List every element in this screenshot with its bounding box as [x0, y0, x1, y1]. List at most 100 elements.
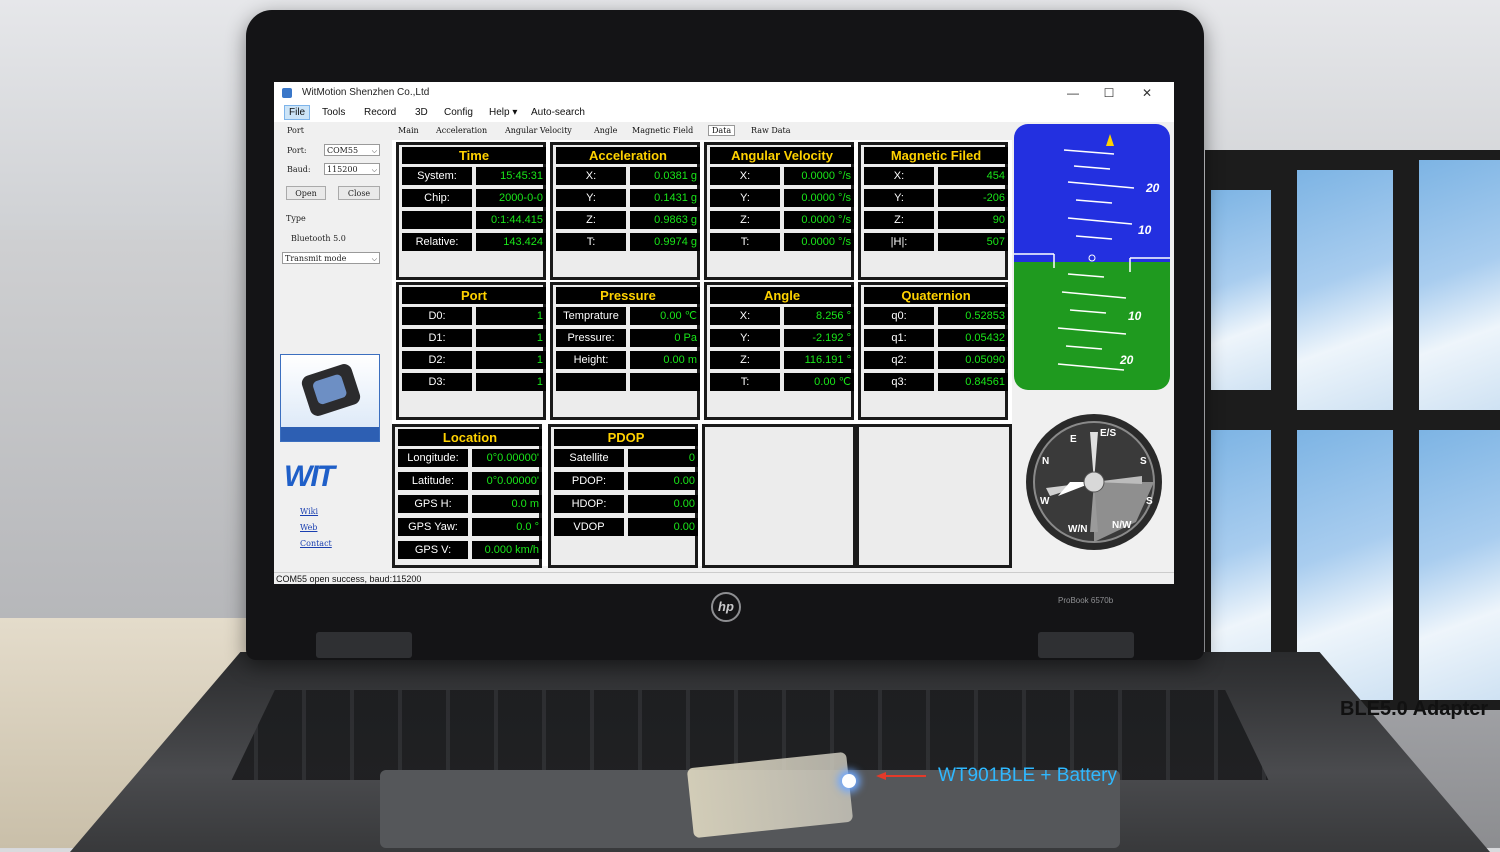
port-pin-value: 1 [476, 351, 546, 369]
menu-auto-search[interactable]: Auto-search [531, 107, 585, 118]
pressure-label [556, 373, 626, 391]
port-select[interactable]: COM55 ⌵ [324, 144, 380, 156]
tab-angle[interactable]: Angle [594, 126, 617, 135]
device-caption: WT901BLE + Battery [938, 765, 1117, 786]
web-link[interactable]: Web [300, 523, 317, 532]
pressure-label: Height: [556, 351, 626, 369]
close-button[interactable]: Close [338, 186, 380, 200]
close-window-button[interactable]: ✕ [1134, 85, 1160, 101]
port-pin-label: D0: [402, 307, 472, 325]
acceleration-value: 0.9974 g [630, 233, 700, 251]
wall [0, 230, 260, 650]
time-label [402, 211, 472, 229]
laptop-model: ProBook 6570b [1058, 596, 1114, 605]
panel-title: Port [402, 287, 546, 304]
tab-raw-data[interactable]: Raw Data [751, 126, 791, 135]
pdop-label: Satellite [554, 449, 624, 467]
angle-value: 0.00 ℃ [784, 373, 854, 391]
tab-angular-velocity[interactable]: Angular Velocity [505, 126, 572, 135]
pressure-value: 0 Pa [630, 329, 700, 347]
chevron-down-icon: ⌵ [371, 255, 377, 263]
menu-help[interactable]: Help ▾ [489, 107, 517, 118]
attitude-indicator: 20 10 10 20 [1014, 124, 1170, 390]
tab-main[interactable]: Main [398, 126, 419, 135]
menu-tools[interactable]: Tools [322, 107, 345, 118]
panel-title: PDOP [554, 429, 698, 446]
app-window: WitMotion Shenzhen Co.,Ltd — ☐ ✕ File To… [274, 82, 1174, 584]
title-bar: WitMotion Shenzhen Co.,Ltd — ☐ ✕ [274, 82, 1174, 104]
transmit-mode-select[interactable]: Transmit mode ⌵ [282, 252, 380, 264]
baud-value: 115200 [327, 165, 358, 174]
quaternion-label: q3: [864, 373, 934, 391]
sensor-illustration [299, 361, 363, 419]
quaternion-label: q1: [864, 329, 934, 347]
compass-label: S [1140, 456, 1147, 467]
tab-magnetic-field[interactable]: Magnetic Field [632, 126, 693, 135]
menu-record[interactable]: Record [364, 107, 396, 118]
quaternion-label: q2: [864, 351, 934, 369]
room-window [1205, 150, 1500, 710]
menu-file[interactable]: File [284, 105, 311, 120]
quaternion-label: q0: [864, 307, 934, 325]
compass-label: W/N [1068, 524, 1087, 535]
tab-data[interactable]: Data [708, 125, 736, 136]
acceleration-label: T: [556, 233, 626, 251]
menu-3d[interactable]: 3D [415, 107, 428, 118]
compass-label: E [1070, 434, 1077, 445]
hinge-right [1038, 632, 1134, 658]
hp-logo: hp [711, 592, 741, 622]
compass: E E/S N S W S W/N N/W [1026, 414, 1162, 550]
port-pin-label: D1: [402, 329, 472, 347]
type-value: Bluetooth 5.0 [291, 234, 346, 243]
location-label: Longitude: [398, 449, 468, 467]
acceleration-value: 0.9863 g [630, 211, 700, 229]
magnetic-label: X: [864, 167, 934, 185]
contact-link[interactable]: Contact [300, 539, 332, 548]
port-pin-value: 1 [476, 373, 546, 391]
time-value: 15:45:31 [476, 167, 546, 185]
angular-velocity-label: X: [710, 167, 780, 185]
magnetic-value: -206 [938, 189, 1008, 207]
location-value: 0.0 ° [472, 518, 542, 536]
chevron-down-icon: ⌵ [371, 147, 377, 155]
device-led [842, 774, 856, 788]
time-value: 0:1:44.415 [476, 211, 546, 229]
attitude-label: 20 [1145, 181, 1160, 195]
location-label: GPS V: [398, 541, 468, 559]
panel-magnetic: Magnetic Filed X: 454 Y: -206 Z: 90 |H|:… [858, 142, 1008, 280]
panel-time: Time System: 15:45:31 Chip: 2000-0-0 0:1… [396, 142, 546, 280]
panel-angular-velocity: Angular Velocity X: 0.0000 °/s Y: 0.0000… [704, 142, 854, 280]
time-label: Chip: [402, 189, 472, 207]
minimize-button[interactable]: — [1060, 85, 1086, 101]
wiki-link[interactable]: Wiki [300, 507, 318, 516]
panel-title: Location [398, 429, 542, 446]
angular-velocity-value: 0.0000 °/s [784, 211, 854, 229]
angle-value: 116.191 ° [784, 351, 854, 369]
attitude-label: 20 [1119, 353, 1134, 367]
compass-label: N/W [1112, 520, 1132, 531]
open-button[interactable]: Open [286, 186, 326, 200]
product-promo-image[interactable] [280, 354, 380, 442]
maximize-button[interactable]: ☐ [1096, 85, 1122, 101]
location-value: 0°0.00000' [472, 449, 542, 467]
compass-label: E/S [1100, 428, 1116, 439]
menu-bar: File Tools Record 3D Config Help ▾ Auto-… [274, 104, 1174, 122]
acceleration-label: X: [556, 167, 626, 185]
angle-value: 8.256 ° [784, 307, 854, 325]
location-value: 0°0.00000' [472, 472, 542, 490]
time-value: 2000-0-0 [476, 189, 546, 207]
pdop-value: 0 [628, 449, 698, 467]
panel-quaternion: Quaternion q0: 0.52853 q1: 0.05432 q2: 0… [858, 282, 1008, 420]
baud-select[interactable]: 115200 ⌵ [324, 163, 380, 175]
angle-label: Z: [710, 351, 780, 369]
compass-label: W [1040, 496, 1050, 507]
port-pin-label: D2: [402, 351, 472, 369]
pdop-label: VDOP [554, 518, 624, 536]
menu-config[interactable]: Config [444, 107, 473, 118]
adapter-caption: BLE5.0 Adapter [1340, 698, 1489, 720]
panel-pressure: Pressure Temprature 0.00 ℃ Pressure: 0 P… [550, 282, 700, 420]
data-grid: Time System: 15:45:31 Chip: 2000-0-0 0:1… [392, 140, 1012, 568]
magnetic-value: 454 [938, 167, 1008, 185]
panel-title: Angular Velocity [710, 147, 854, 164]
tab-acceleration[interactable]: Acceleration [436, 126, 487, 135]
